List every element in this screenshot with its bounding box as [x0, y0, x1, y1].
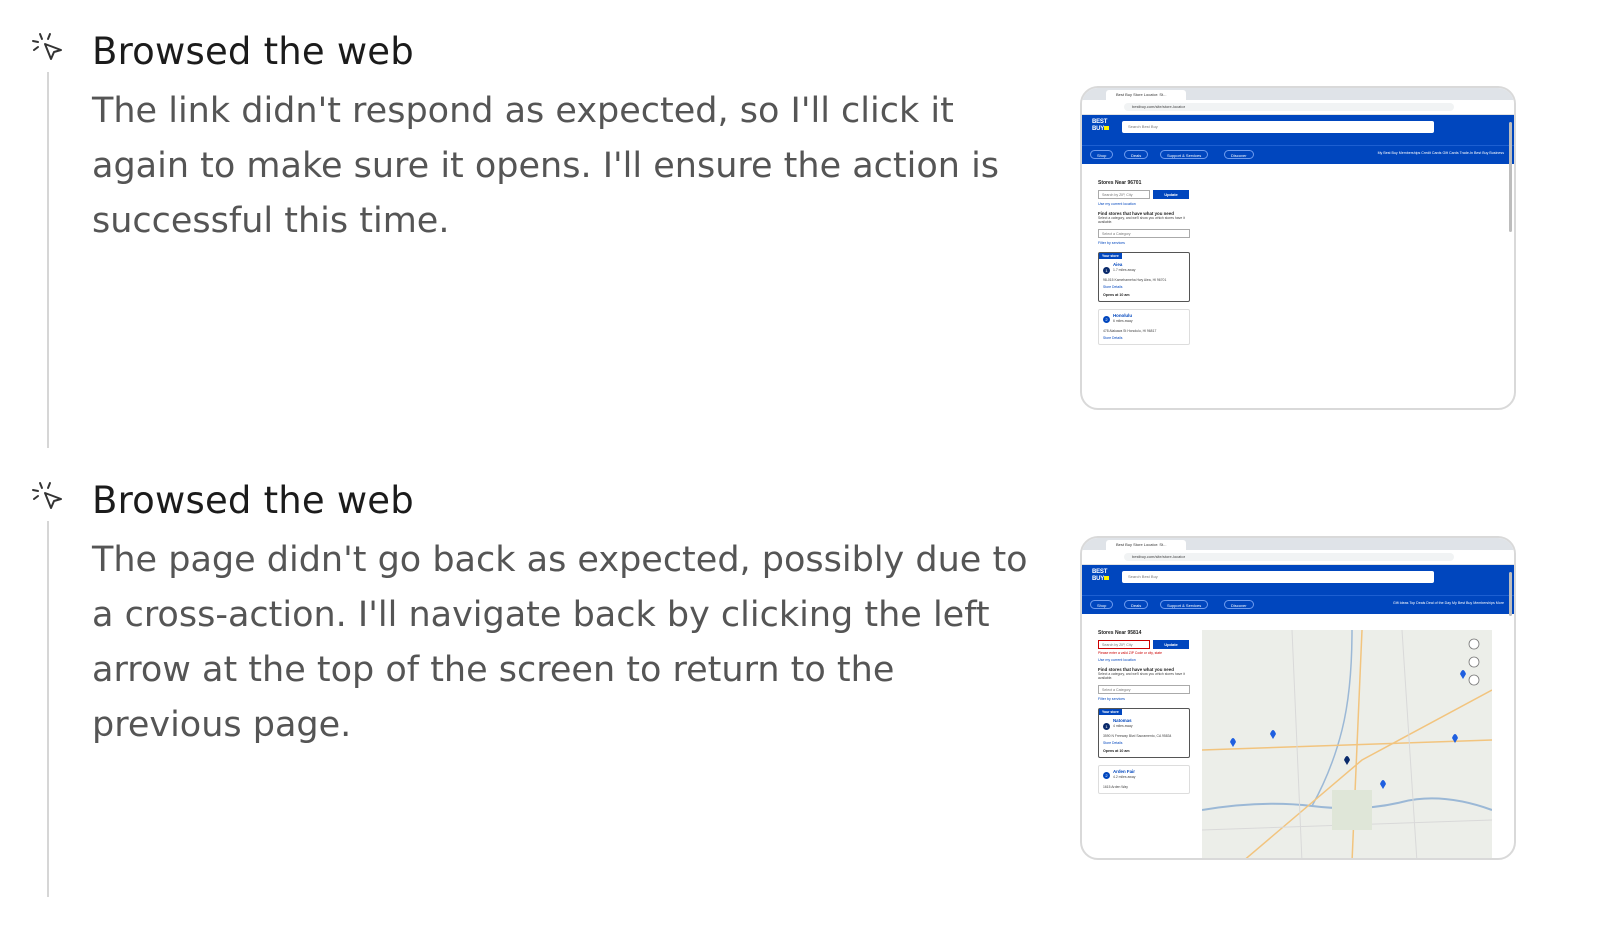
address-bar: bestbuy.com/site/store-locator: [1082, 100, 1514, 115]
browser-tab-bar: Best Buy Store Locator: St...: [1082, 88, 1514, 100]
filter-link: Filter by services: [1098, 697, 1125, 701]
step-description: The link didn't respond as expected, so …: [92, 91, 1000, 241]
store-pin: 1: [1103, 723, 1110, 730]
store-address: 1615 Arden Way: [1103, 785, 1128, 789]
scrollbar: [1509, 572, 1512, 616]
browser-tab: Best Buy Store Locator: St...: [1106, 540, 1186, 550]
store-distance: 1.7 miles away: [1113, 268, 1136, 272]
cursor-click-icon: [32, 33, 62, 60]
browser-tab-bar: Best Buy Store Locator: St...: [1082, 538, 1514, 550]
nav-deals: Deals: [1124, 150, 1149, 159]
filter-link: Filter by services: [1098, 241, 1125, 245]
nav-discover: Discover: [1224, 600, 1254, 609]
zip-input: Search by ZIP, City: [1098, 640, 1150, 649]
step-title: Browsed the web: [92, 30, 414, 73]
store-card: Your store 1 Natomas 4 miles away 3590 N…: [1098, 708, 1190, 758]
store-distance: 4 miles away: [1113, 724, 1133, 728]
store-address: 98-015 Kamehameha Hwy Aiea, HI 96701: [1103, 278, 1167, 282]
store-pin: 1: [1103, 267, 1110, 274]
use-location-link: Use my current location: [1098, 658, 1136, 662]
store-details-link: Store Details: [1103, 741, 1123, 745]
zip-input: Search by ZIP, City: [1098, 190, 1150, 199]
store-card: 2 Honolulu 6 miles away 478 Alakawa St H…: [1098, 309, 1190, 345]
store-panel: Stores Near 96701 Search by ZIP, City Up…: [1098, 180, 1193, 345]
bestbuy-nav: Shop Deals Support & Services Discover M…: [1082, 145, 1514, 164]
store-details-link: Store Details: [1103, 336, 1123, 340]
store-hours: Opens at 10 am: [1103, 293, 1130, 297]
bestbuy-nav: Shop Deals Support & Services Discover G…: [1082, 595, 1514, 614]
step-title: Browsed the web: [92, 479, 414, 522]
store-pin: 2: [1103, 316, 1110, 323]
nav-deals: Deals: [1124, 600, 1149, 609]
your-store-badge: Your store: [1099, 253, 1122, 259]
store-distance: 6 miles away: [1113, 319, 1133, 323]
nav-shop: Shop: [1090, 150, 1114, 159]
category-select: Select a Category: [1098, 229, 1190, 238]
bestbuy-search: Search Best Buy: [1122, 571, 1434, 583]
nav-support: Support & Services: [1160, 600, 1209, 609]
zip-error: Please enter a valid ZIP Code or city, s…: [1098, 651, 1162, 655]
bestbuy-header: BEST BUY Search Best Buy: [1082, 565, 1514, 595]
bestbuy-header: BEST BUY Search Best Buy: [1082, 115, 1514, 145]
find-sub: Select a category, and we'll show you wh…: [1098, 672, 1185, 680]
nav-support: Support & Services: [1160, 150, 1209, 159]
url-field: bestbuy.com/site/store-locator: [1124, 103, 1454, 111]
step-description: The page didn't go back as expected, pos…: [92, 540, 1028, 745]
store-card: Your store 1 Aiea 1.7 miles away 98-015 …: [1098, 252, 1190, 302]
store-map: [1202, 630, 1492, 858]
store-pin: 2: [1103, 772, 1110, 779]
store-panel: Stores Near 95814 Search by ZIP, City Up…: [1098, 630, 1193, 794]
update-button: Update: [1153, 640, 1189, 649]
stores-near: Stores Near 95814: [1098, 630, 1142, 636]
store-details-link: Store Details: [1103, 285, 1123, 289]
store-card: 2 Arden Fair 4.2 miles away 1615 Arden W…: [1098, 765, 1190, 794]
store-name: Natomas: [1113, 718, 1132, 723]
store-name: Honolulu: [1113, 313, 1133, 318]
category-select: Select a Category: [1098, 685, 1190, 694]
store-address: 3590 N Freeway Blvd Sacramento, CA 95834: [1103, 734, 1172, 738]
bestbuy-search: Search Best Buy: [1122, 121, 1434, 133]
cursor-click-icon: [32, 482, 62, 509]
store-name: Arden Fair: [1113, 769, 1135, 774]
screenshot-thumbnail[interactable]: Best Buy Store Locator: St... bestbuy.co…: [1080, 86, 1516, 410]
step-1: Browsed the web The link didn't respond …: [0, 28, 1600, 448]
nav-right-links: My Best Buy Memberships Credit Cards Gif…: [1377, 151, 1504, 155]
url-field: bestbuy.com/site/store-locator: [1124, 553, 1454, 561]
bestbuy-logo: BEST BUY: [1092, 569, 1110, 582]
scrollbar: [1509, 122, 1512, 232]
stores-near: Stores Near 96701: [1098, 180, 1142, 186]
store-name: Aiea: [1113, 262, 1123, 267]
address-bar: bestbuy.com/site/store-locator: [1082, 550, 1514, 565]
timeline-rail: [47, 521, 49, 897]
store-address: 478 Alakawa St Honolulu, HI 96817: [1103, 329, 1157, 333]
timeline-rail: [47, 72, 49, 448]
nav-right-links: Gift Ideas Top Deals Deal of the Day My …: [1393, 601, 1504, 605]
nav-discover: Discover: [1224, 150, 1254, 159]
screenshot-thumbnail[interactable]: Best Buy Store Locator: St... bestbuy.co…: [1080, 536, 1516, 860]
nav-shop: Shop: [1090, 600, 1114, 609]
your-store-badge: Your store: [1099, 709, 1122, 715]
bestbuy-logo: BEST BUY: [1092, 119, 1110, 132]
update-button: Update: [1153, 190, 1189, 199]
use-location-link: Use my current location: [1098, 202, 1136, 206]
step-2: Browsed the web The page didn't go back …: [0, 477, 1600, 897]
store-hours: Opens at 10 am: [1103, 749, 1130, 753]
browser-tab: Best Buy Store Locator: St...: [1106, 90, 1186, 100]
find-sub: Select a category, and we'll show you wh…: [1098, 216, 1185, 224]
store-distance: 4.2 miles away: [1113, 775, 1136, 779]
